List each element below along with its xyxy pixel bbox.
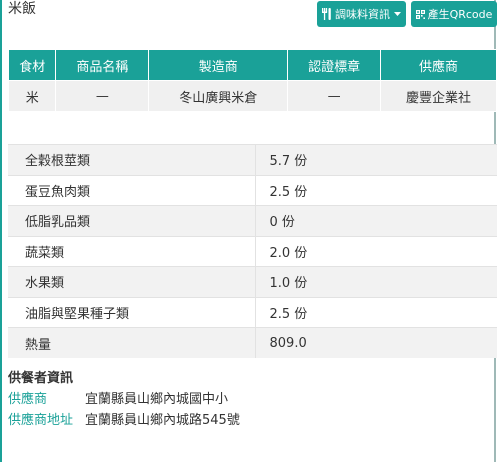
- nutrition-value: 809.0: [255, 327, 497, 358]
- provider-value: 宜蘭縣員山鄉內城國中小: [85, 392, 229, 407]
- address-label: 供應商地址: [8, 413, 74, 428]
- left-border: [0, 0, 2, 462]
- nutrition-name: 全穀根莖類: [8, 144, 256, 175]
- cell-manufacturer: 冬山廣興米倉: [148, 80, 289, 112]
- column-header-product-name: 商品名稱: [55, 49, 150, 81]
- table-row: 熱量 809.0: [8, 327, 497, 358]
- column-header-certification: 認證標章: [287, 49, 382, 81]
- column-header-supplier: 供應商: [380, 49, 497, 81]
- supplier-address-row: 供應商地址 宜蘭縣員山鄉內城路545號: [8, 412, 240, 430]
- page-title: 米飯: [8, 1, 36, 17]
- nutrition-value: 2.0 份: [255, 235, 497, 267]
- generate-qrcode-label: 產生QRcode: [427, 8, 493, 21]
- nutrition-name: 低脂乳品類: [8, 205, 256, 236]
- column-header-manufacturer: 製造商: [148, 49, 289, 81]
- nutrition-name: 蔬菜類: [8, 235, 256, 267]
- nutrition-name: 蛋豆魚肉類: [8, 174, 256, 206]
- table-row: 全穀根莖類 5.7 份: [8, 144, 497, 175]
- address-value: 宜蘭縣員山鄉內城路545號: [85, 413, 240, 428]
- nutrition-name: 水果類: [8, 266, 256, 297]
- provider-label: 供應商: [8, 392, 48, 407]
- table-row: 油脂與堅果種子類 2.5 份: [8, 296, 497, 328]
- nutrition-value: 0 份: [255, 205, 497, 236]
- cell-product-name: —: [55, 80, 150, 112]
- qrcode-icon: [415, 9, 425, 19]
- caret-down-icon: [394, 12, 401, 16]
- ingredient-table: 食材 商品名稱 製造商 認證標章 供應商 米 — 冬山廣興米倉 — 慶豐企業社: [7, 49, 497, 112]
- nutrition-name: 熱量: [8, 327, 256, 358]
- generate-qrcode-button[interactable]: 產生QRcode: [411, 1, 497, 27]
- cell-supplier: 慶豐企業社: [380, 80, 497, 112]
- nutrition-value: 2.5 份: [255, 174, 497, 206]
- nutrition-name: 油脂與堅果種子類: [8, 296, 256, 328]
- column-header-ingredient: 食材: [7, 49, 57, 81]
- table-row: 低脂乳品類 0 份: [8, 205, 497, 236]
- table-row: 蛋豆魚肉類 2.5 份: [8, 174, 497, 206]
- nutrition-value: 2.5 份: [255, 296, 497, 328]
- table-row: 蔬菜類 2.0 份: [8, 235, 497, 267]
- seasoning-info-button[interactable]: 調味料資訊: [317, 1, 406, 27]
- ingredient-table-header: 食材 商品名稱 製造商 認證標章 供應商: [7, 49, 497, 81]
- supplier-heading: 供餐者資訊: [8, 371, 74, 386]
- nutrition-value: 5.7 份: [255, 144, 497, 175]
- supplier-provider-row: 供應商 宜蘭縣員山鄉內城國中小: [8, 391, 228, 409]
- cell-ingredient: 米: [7, 80, 57, 112]
- nutrition-value: 1.0 份: [255, 266, 497, 297]
- nutrition-table: 全穀根莖類 5.7 份 蛋豆魚肉類 2.5 份 低脂乳品類 0 份 蔬菜類 2.…: [8, 144, 497, 358]
- seasoning-info-label: 調味料資訊: [335, 8, 390, 21]
- table-row: 米 — 冬山廣興米倉 — 慶豐企業社: [7, 80, 497, 112]
- table-row: 水果類 1.0 份: [8, 266, 497, 297]
- fork-knife-icon: [322, 8, 331, 20]
- cell-certification: —: [287, 80, 382, 112]
